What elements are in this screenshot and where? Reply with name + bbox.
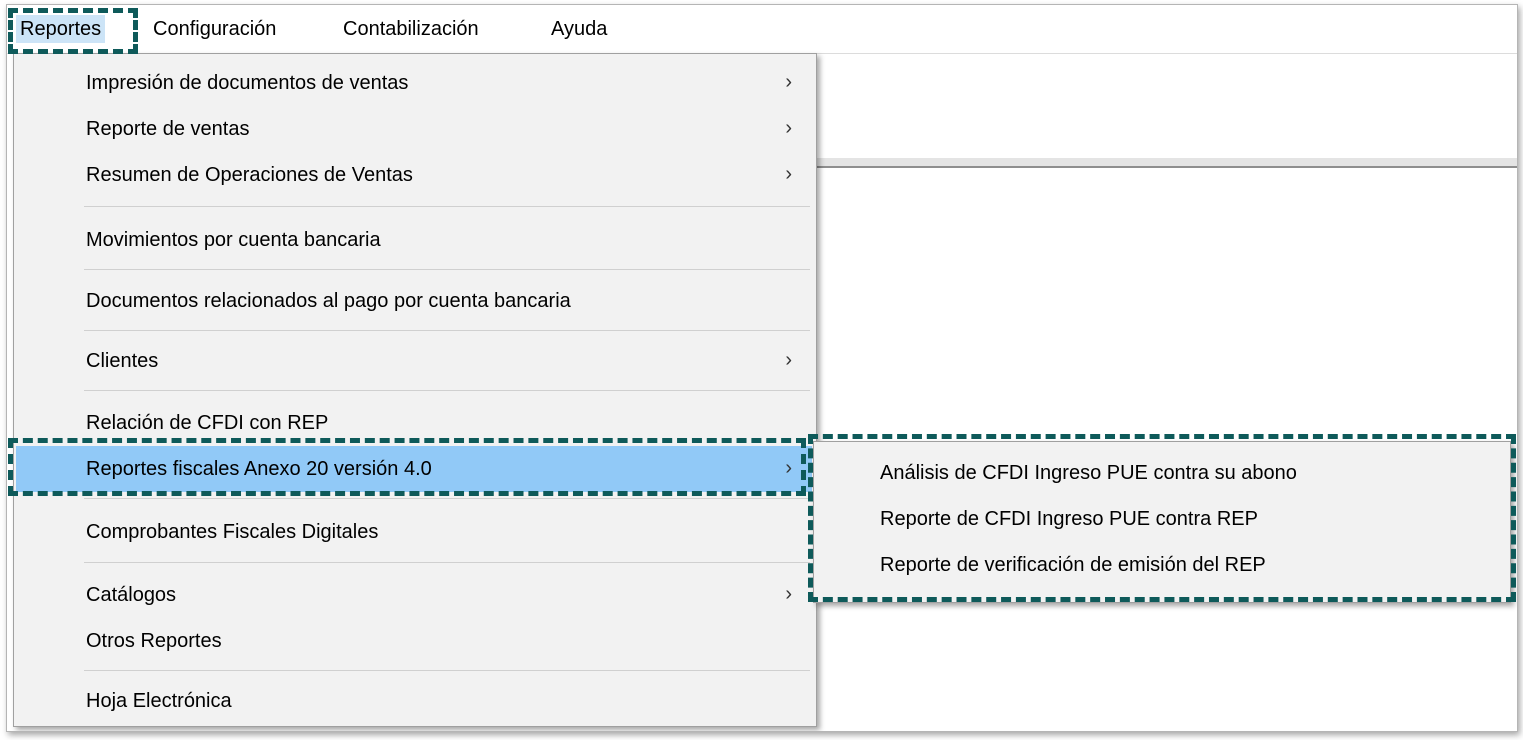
menu-bar: Reportes Configuración Contabilización A… (7, 5, 1517, 54)
menu-item-catalogos[interactable]: Catálogos › (16, 572, 812, 618)
menu-item-label: Clientes (86, 350, 159, 372)
menu-item-reportes-fiscales-anexo-20[interactable]: Reportes fiscales Anexo 20 versión 4.0 › (16, 446, 812, 492)
menu-item-label: Impresión de documentos de ventas (86, 72, 409, 94)
menu-item-documentos-relacionados-pago[interactable]: Documentos relacionados al pago por cuen… (16, 278, 812, 324)
submenu-item-label: Análisis de CFDI Ingreso PUE contra su a… (880, 462, 1297, 484)
chevron-right-icon: › (785, 583, 792, 605)
chevron-right-icon: › (785, 349, 792, 371)
submenu-item-label: Reporte de verificación de emisión del R… (880, 554, 1266, 576)
menu-item-label: Reportes fiscales Anexo 20 versión 4.0 (86, 458, 432, 480)
menu-contabilizacion[interactable]: Contabilización (339, 15, 483, 43)
menu-item-relacion-cfdi-rep[interactable]: Relación de CFDI con REP (16, 400, 812, 446)
menu-ayuda[interactable]: Ayuda (547, 15, 611, 43)
menu-item-label: Comprobantes Fiscales Digitales (86, 521, 379, 543)
menu-item-label: Documentos relacionados al pago por cuen… (86, 290, 571, 312)
menu-item-otros-reportes[interactable]: Otros Reportes (16, 618, 812, 664)
chevron-right-icon: › (785, 457, 792, 479)
menu-separator (84, 206, 810, 207)
chevron-right-icon: › (785, 163, 792, 185)
submenu-item-reporte-cfdi-pue-rep[interactable]: Reporte de CFDI Ingreso PUE contra REP (814, 496, 1510, 542)
menu-separator (84, 670, 810, 671)
menu-item-label: Catálogos (86, 584, 177, 606)
submenu-item-verificacion-emision-rep[interactable]: Reporte de verificación de emisión del R… (814, 542, 1510, 588)
menu-reportes[interactable]: Reportes (16, 15, 106, 43)
menu-item-label: Reporte de ventas (86, 118, 250, 140)
chevron-right-icon: › (785, 71, 792, 93)
menu-item-label: Hoja Electrónica (86, 690, 232, 712)
toolbar-panel (812, 54, 1517, 168)
menu-separator (84, 330, 810, 331)
app-window: Reportes Configuración Contabilización A… (6, 4, 1518, 732)
submenu-item-analisis-cfdi-pue-abono[interactable]: Análisis de CFDI Ingreso PUE contra su a… (814, 450, 1510, 496)
menu-separator (84, 390, 810, 391)
menu-configuracion[interactable]: Configuración (149, 15, 280, 43)
menu-item-hoja-electronica[interactable]: Hoja Electrónica (16, 678, 812, 724)
menu-item-clientes[interactable]: Clientes › (16, 338, 812, 384)
menu-item-reporte-ventas[interactable]: Reporte de ventas › (16, 106, 812, 152)
menu-item-impresion-documentos-ventas[interactable]: Impresión de documentos de ventas › (16, 60, 812, 106)
menu-item-label: Resumen de Operaciones de Ventas (86, 164, 413, 186)
menu-item-comprobantes-fiscales-digitales[interactable]: Comprobantes Fiscales Digitales (16, 509, 812, 555)
anexo-20-submenu: Análisis de CFDI Ingreso PUE contra su a… (813, 441, 1511, 603)
submenu-item-label: Reporte de CFDI Ingreso PUE contra REP (880, 508, 1258, 530)
menu-item-resumen-operaciones-ventas[interactable]: Resumen de Operaciones de Ventas › (16, 152, 812, 198)
menu-separator (84, 562, 810, 563)
menu-item-label: Otros Reportes (86, 630, 222, 652)
menu-item-label: Relación de CFDI con REP (86, 412, 329, 434)
chevron-right-icon: › (785, 117, 792, 139)
menu-separator (84, 269, 810, 270)
menu-item-movimientos-cuenta-bancaria[interactable]: Movimientos por cuenta bancaria (16, 217, 812, 263)
menu-item-label: Movimientos por cuenta bancaria (86, 229, 381, 251)
reportes-dropdown-menu: Impresión de documentos de ventas › Repo… (13, 53, 817, 727)
menu-separator (84, 498, 810, 499)
